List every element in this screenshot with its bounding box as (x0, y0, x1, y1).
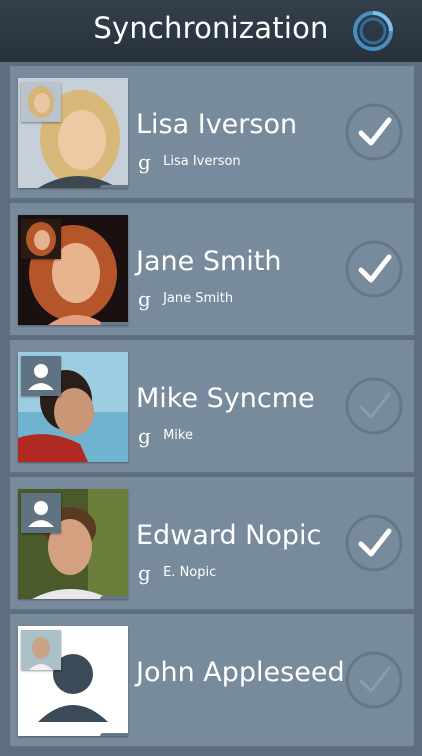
sync-checkbox[interactable] (344, 376, 404, 436)
contact-name: Mike Syncme (136, 383, 315, 414)
contact-name: Jane Smith (136, 246, 282, 277)
contact-name: John Appleseed (136, 657, 345, 688)
contact-source: g E. Nopic (138, 560, 217, 585)
contact-photo (18, 215, 128, 325)
contact-row[interactable]: Jane Smith g Jane Smith (10, 203, 414, 337)
source-thumbnail (21, 82, 61, 122)
more-icon[interactable] (100, 596, 128, 599)
more-icon[interactable] (100, 322, 128, 325)
source-label: Lisa Iverson (163, 154, 241, 169)
sync-checkbox[interactable] (344, 239, 404, 299)
contact-row[interactable]: Mike Syncme g Mike (10, 340, 414, 474)
sync-checkbox[interactable] (344, 102, 404, 162)
sync-checkbox[interactable] (344, 650, 404, 710)
source-thumbnail (21, 219, 61, 259)
contact-row[interactable]: Edward Nopic g E. Nopic (10, 477, 414, 611)
contact-name: Lisa Iverson (136, 109, 298, 140)
contact-photo (18, 352, 128, 462)
google-icon: g (138, 560, 151, 585)
header: Synchronization (0, 0, 422, 62)
google-icon: g (138, 423, 151, 448)
contact-source: g Lisa Iverson (138, 149, 241, 174)
contact-photo (18, 489, 128, 599)
contact-list: Lisa Iverson g Lisa Iverson Jane Smith g… (10, 66, 414, 756)
contact-photo (18, 78, 128, 188)
source-label: E. Nopic (163, 565, 217, 580)
contact-photo (18, 626, 128, 736)
contact-row[interactable]: John Appleseed (10, 614, 414, 748)
sync-icon[interactable] (352, 10, 394, 52)
contact-source: g Mike (138, 423, 193, 448)
google-icon: g (138, 286, 151, 311)
contact-row[interactable]: Lisa Iverson g Lisa Iverson (10, 66, 414, 200)
source-thumbnail (21, 493, 61, 533)
more-icon[interactable] (100, 185, 128, 188)
contact-source: g Jane Smith (138, 286, 234, 311)
source-label: Jane Smith (163, 291, 234, 306)
sync-checkbox[interactable] (344, 513, 404, 573)
source-thumbnail (21, 356, 61, 396)
more-icon[interactable] (100, 733, 128, 736)
source-label: Mike (163, 428, 193, 443)
google-icon: g (138, 149, 151, 174)
source-thumbnail (21, 630, 61, 670)
contact-name: Edward Nopic (136, 520, 322, 551)
